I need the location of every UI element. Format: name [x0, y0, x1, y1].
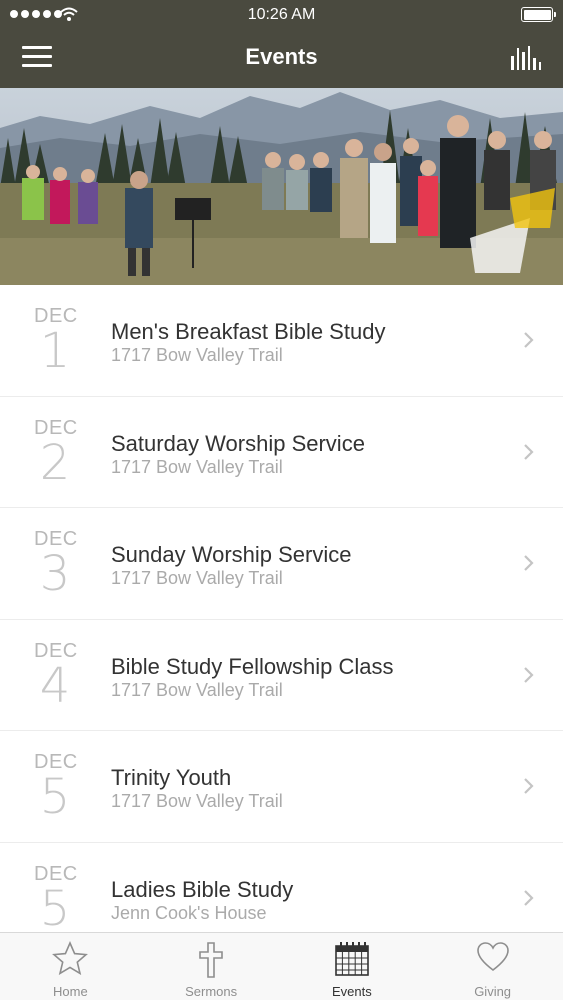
event-title: Trinity Youth	[111, 765, 232, 790]
event-location: 1717 Bow Valley Trail	[111, 568, 283, 588]
event-day: 5	[39, 880, 71, 933]
status-bar: 10:26 AM	[0, 0, 563, 30]
hero-image	[0, 88, 563, 285]
event-day: 3	[39, 546, 71, 602]
status-time: 10:26 AM	[247, 6, 316, 23]
event-row[interactable]: DEC 5 Trinity Youth 1717 Bow Valley Trai…	[0, 731, 563, 843]
event-title: Ladies Bible Study	[111, 876, 294, 902]
chevron-right-icon	[524, 555, 534, 571]
event-title: Bible Study Fellowship Class	[111, 653, 394, 679]
event-row[interactable]: DEC 1 Men's Breakfast Bible Study 1717 B…	[0, 285, 563, 397]
event-location: Jenn Cook's House	[111, 902, 267, 923]
event-location: 1717 Bow Valley Trail	[111, 456, 283, 477]
event-row[interactable]: DEC 2 Saturday Worship Service 1717 Bow …	[0, 396, 563, 508]
tab-bar: Home Sermons Events Giving	[0, 932, 563, 1000]
page-title: Events	[245, 44, 318, 69]
event-row[interactable]: DEC 5 Ladies Bible Study Jenn Cook's Hou…	[0, 842, 563, 933]
heart-icon	[476, 942, 509, 972]
bar-chart-icon[interactable]	[511, 46, 541, 70]
event-location: 1717 Bow Valley Trail	[111, 791, 283, 811]
event-day: 2	[39, 434, 71, 491]
event-row[interactable]: DEC 3 Sunday Worship Service 1717 Bow Va…	[0, 508, 563, 620]
tab-label: Events	[332, 984, 372, 999]
tab-giving[interactable]: Giving	[422, 933, 563, 1000]
event-title: Saturday Worship Service	[111, 430, 365, 456]
battery-icon	[521, 7, 556, 22]
event-day: 1	[39, 323, 71, 379]
tab-events[interactable]: Events	[282, 933, 423, 1000]
event-title: Sunday Worship Service	[111, 542, 352, 567]
event-title: Men's Breakfast Bible Study	[111, 319, 386, 344]
chevron-right-icon	[524, 889, 534, 906]
tab-sermons[interactable]: Sermons	[141, 933, 282, 1000]
tab-label: Sermons	[185, 984, 238, 999]
event-location: 1717 Bow Valley Trail	[111, 679, 283, 700]
tab-home[interactable]: Home	[0, 933, 141, 1000]
top-bar: 10:26 AM Events	[0, 0, 563, 88]
chevron-right-icon	[524, 778, 534, 794]
calendar-icon	[335, 942, 369, 976]
chevron-right-icon	[524, 666, 534, 683]
event-day: 4	[39, 657, 71, 714]
tab-label: Giving	[474, 984, 512, 999]
event-location: 1717 Bow Valley Trail	[111, 345, 283, 365]
events-list: DEC 1 Men's Breakfast Bible Study 1717 B…	[0, 285, 563, 932]
chevron-right-icon	[524, 443, 534, 460]
star-icon	[52, 941, 89, 975]
chevron-right-icon	[524, 332, 534, 348]
cross-icon	[199, 942, 223, 978]
tab-label: Home	[53, 984, 88, 999]
event-day: 5	[39, 769, 71, 825]
outdoor-congregation-photo	[0, 88, 563, 285]
event-row[interactable]: DEC 4 Bible Study Fellowship Class 1717 …	[0, 619, 563, 731]
